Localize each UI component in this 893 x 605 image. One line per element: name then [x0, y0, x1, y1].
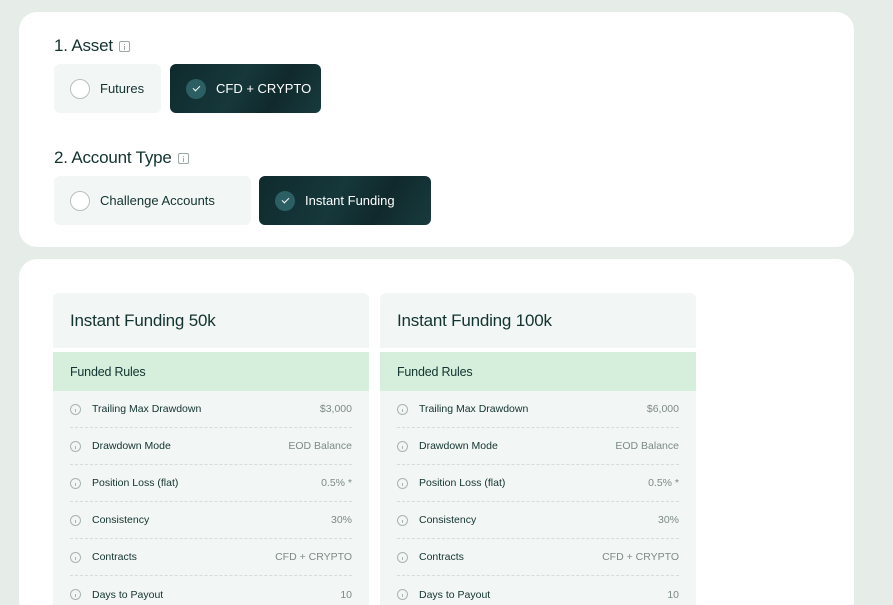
- rule-value: EOD Balance: [615, 440, 679, 452]
- rule-value: CFD + CRYPTO: [602, 551, 679, 563]
- info-icon[interactable]: [70, 477, 81, 489]
- rule-value: CFD + CRYPTO: [275, 551, 352, 563]
- info-icon[interactable]: [397, 589, 408, 600]
- radio-unchecked-icon: [70, 78, 90, 99]
- asset-section-title: 1. Asset: [54, 36, 130, 56]
- rule-row: Consistency 30%: [397, 502, 679, 539]
- rule-value: 30%: [330, 514, 352, 526]
- rule-value: $6,000: [646, 403, 679, 415]
- rule-value: 0.5% *: [648, 477, 679, 489]
- asset-option-cfd-crypto[interactable]: CFD + CRYPTO: [170, 64, 321, 113]
- info-icon[interactable]: [70, 551, 81, 563]
- option-label: Challenge Accounts: [100, 193, 215, 208]
- rule-row: Trailing Max Drawdown $3,000: [70, 391, 352, 428]
- rules-list: Trailing Max Drawdown $6,000 Drawdown Mod…: [380, 391, 696, 605]
- rule-label: Consistency: [92, 514, 150, 526]
- rule-value: 30%: [657, 514, 679, 526]
- rule-row: Position Loss (flat) 0.5% *: [70, 465, 352, 502]
- option-label: CFD + CRYPTO: [216, 81, 312, 96]
- rule-label: Consistency: [419, 514, 477, 526]
- radio-unchecked-icon: [70, 190, 90, 211]
- info-icon[interactable]: [118, 40, 130, 52]
- info-icon[interactable]: [397, 551, 408, 563]
- info-icon[interactable]: [70, 514, 81, 526]
- rule-row: Days to Payout 10: [397, 576, 679, 605]
- rule-row: Contracts CFD + CRYPTO: [70, 539, 352, 576]
- rule-label: Trailing Max Drawdown: [92, 403, 202, 415]
- rule-row: Trailing Max Drawdown $6,000: [397, 391, 679, 428]
- account-option-challenge[interactable]: Challenge Accounts: [54, 176, 251, 225]
- rule-label: Drawdown Mode: [92, 440, 171, 452]
- account-type-section-title: 2. Account Type: [54, 148, 189, 168]
- info-icon[interactable]: [397, 514, 408, 526]
- rule-label: Trailing Max Drawdown: [419, 403, 529, 415]
- check-icon: [192, 83, 200, 91]
- rule-value: 0.5% *: [321, 477, 352, 489]
- rule-row: Contracts CFD + CRYPTO: [397, 539, 679, 576]
- option-label: Instant Funding: [305, 193, 395, 208]
- rule-value: 10: [340, 588, 352, 601]
- rules-header: Funded Rules: [53, 352, 369, 391]
- check-icon: [281, 195, 289, 203]
- radio-checked-icon: [186, 78, 206, 99]
- asset-option-futures[interactable]: Futures: [54, 64, 161, 113]
- rule-value: EOD Balance: [288, 440, 352, 452]
- info-icon[interactable]: [177, 152, 189, 164]
- rule-row: Days to Payout 10: [70, 576, 352, 605]
- radio-checked-icon: [275, 190, 295, 211]
- rule-row: Drawdown Mode EOD Balance: [397, 428, 679, 465]
- rule-label: Days to Payout: [92, 588, 164, 601]
- rules-header: Funded Rules: [380, 352, 696, 391]
- info-icon[interactable]: [70, 403, 81, 415]
- plan-card-100k: Instant Funding 100k Funded Rules Traili…: [380, 293, 696, 605]
- info-icon[interactable]: [70, 589, 81, 600]
- rule-label: Days to Payout: [419, 588, 491, 601]
- rule-row: Consistency 30%: [70, 502, 352, 539]
- plan-title: Instant Funding 100k: [380, 293, 696, 348]
- rules-list: Trailing Max Drawdown $3,000 Drawdown Mod…: [53, 391, 369, 605]
- rule-row: Position Loss (flat) 0.5% *: [397, 465, 679, 502]
- rule-label: Position Loss (flat): [92, 477, 179, 489]
- option-label: Futures: [100, 81, 145, 96]
- info-icon[interactable]: [397, 403, 408, 415]
- plan-title: Instant Funding 50k: [53, 293, 369, 348]
- asset-title-text: 1. Asset: [54, 36, 113, 55]
- info-icon[interactable]: [397, 477, 408, 489]
- rule-label: Contracts: [419, 551, 464, 563]
- info-icon[interactable]: [70, 440, 81, 452]
- info-icon[interactable]: [397, 440, 408, 452]
- rule-label: Drawdown Mode: [419, 440, 498, 452]
- rule-label: Contracts: [92, 551, 137, 563]
- account-option-instant-funding[interactable]: Instant Funding: [259, 176, 431, 225]
- plan-card-50k: Instant Funding 50k Funded Rules Trailin…: [53, 293, 369, 605]
- account-type-title-text: 2. Account Type: [54, 148, 172, 167]
- rule-value: $3,000: [319, 403, 352, 415]
- rule-value: 10: [667, 588, 679, 601]
- rule-row: Drawdown Mode EOD Balance: [70, 428, 352, 465]
- rule-label: Position Loss (flat): [419, 477, 506, 489]
